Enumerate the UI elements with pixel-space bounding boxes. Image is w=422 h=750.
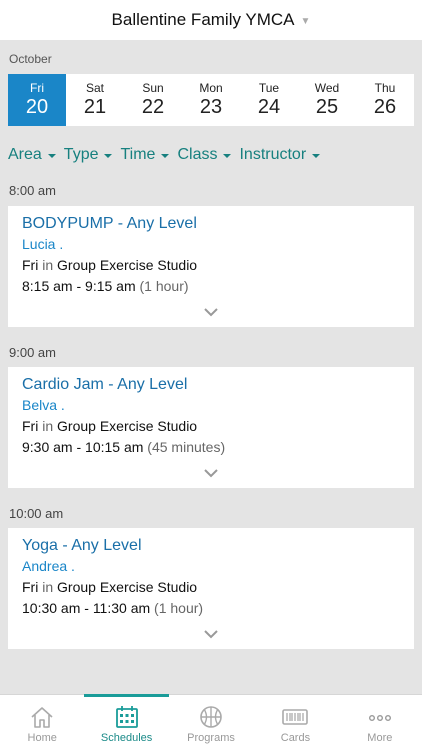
in-label: in: [42, 418, 54, 434]
class-name[interactable]: BODYPUMP - Any Level: [22, 215, 400, 233]
home-icon: [31, 707, 53, 728]
day-of-week: Wed: [314, 81, 340, 95]
day-number: 24: [257, 96, 281, 118]
filter-type[interactable]: Type: [64, 146, 113, 164]
day-mon-23[interactable]: Mon 23: [182, 74, 240, 126]
day-of-week: Mon: [199, 81, 223, 95]
day-of-week: Tue: [258, 81, 280, 95]
day-tue-24[interactable]: Tue 24: [240, 74, 298, 126]
day-of-week: Fri: [30, 81, 44, 95]
bottom-tab-bar: Home Schedules Programs Cards More: [0, 694, 422, 750]
tab-cards[interactable]: Cards: [253, 695, 337, 750]
tab-programs[interactable]: Programs: [169, 695, 253, 750]
day-fri-20[interactable]: Fri 20: [8, 74, 66, 126]
filter-label: Instructor: [239, 146, 307, 163]
class-name[interactable]: Yoga - Any Level: [22, 537, 400, 555]
caret-down-icon: [312, 154, 321, 158]
filter-class[interactable]: Class: [177, 146, 232, 164]
class-time: 8:15 am - 9:15 am (1 hour): [22, 278, 400, 294]
basketball-icon: [200, 706, 222, 728]
tab-label: Schedules: [100, 732, 153, 744]
day-number: 22: [141, 96, 165, 118]
duration: (1 hour): [154, 600, 204, 616]
caret-down-icon: [223, 154, 232, 158]
chevron-down-icon[interactable]: [204, 469, 218, 478]
day-thu-26[interactable]: Thu 26: [356, 74, 414, 126]
day-picker: Fri 20 Sat 21 Sun 22 Mon 23 Tue 24 Wed 2…: [8, 74, 414, 126]
location-dropdown-icon[interactable]: ▼: [301, 16, 311, 27]
class-card[interactable]: BODYPUMP - Any Level Lucia . Fri in Grou…: [8, 206, 414, 327]
class-card[interactable]: Yoga - Any Level Andrea . Fri in Group E…: [8, 528, 414, 649]
location-title[interactable]: Ballentine Family YMCA: [112, 10, 295, 30]
filter-bar: Area Type Time Class Instructor: [0, 145, 422, 165]
class-time: 9:30 am - 10:15 am (45 minutes): [22, 439, 400, 455]
class-name[interactable]: Cardio Jam - Any Level: [22, 376, 400, 394]
day-sat-21[interactable]: Sat 21: [66, 74, 124, 126]
studio-name: Group Exercise Studio: [57, 418, 198, 434]
class-location: Fri in Group Exercise Studio: [22, 418, 400, 434]
duration: (45 minutes): [147, 439, 226, 455]
time-range: 8:15 am - 9:15 am: [22, 278, 136, 294]
tab-schedules[interactable]: Schedules: [84, 694, 170, 750]
in-label: in: [42, 257, 54, 273]
studio-name: Group Exercise Studio: [57, 257, 198, 273]
class-day: Fri: [22, 257, 39, 273]
time-section-header: 8:00 am: [9, 183, 56, 198]
instructor-name[interactable]: Lucia .: [22, 236, 400, 252]
tab-more[interactable]: More: [338, 695, 422, 750]
filter-instructor[interactable]: Instructor: [239, 146, 321, 164]
caret-down-icon: [161, 154, 170, 158]
class-location: Fri in Group Exercise Studio: [22, 579, 400, 595]
top-header: Ballentine Family YMCA ▼: [0, 0, 422, 40]
day-of-week: Sat: [85, 81, 104, 95]
month-label: October: [9, 52, 52, 66]
chevron-down-icon[interactable]: [204, 308, 218, 317]
day-number: 25: [315, 96, 339, 118]
chevron-down-icon[interactable]: [204, 630, 218, 639]
time-section-header: 10:00 am: [9, 506, 64, 521]
class-day: Fri: [22, 579, 39, 595]
time-range: 9:30 am - 10:15 am: [22, 439, 144, 455]
day-number: 20: [25, 96, 49, 118]
day-of-week: Thu: [374, 81, 396, 95]
filter-area[interactable]: Area: [8, 146, 56, 164]
calendar-icon: [115, 706, 138, 728]
filter-label: Time: [120, 146, 156, 163]
tab-label: Programs: [187, 732, 235, 744]
instructor-name[interactable]: Andrea .: [22, 558, 400, 574]
day-of-week: Sun: [142, 81, 164, 95]
tab-label: Home: [27, 732, 57, 744]
caret-down-icon: [47, 154, 56, 158]
tab-label: Cards: [280, 732, 311, 744]
day-number: 21: [83, 96, 107, 118]
time-section-header: 9:00 am: [9, 345, 56, 360]
barcode-card-icon: [282, 709, 309, 725]
filter-label: Type: [63, 146, 99, 163]
time-range: 10:30 am - 11:30 am: [22, 600, 151, 616]
more-dots-icon: [368, 714, 391, 721]
class-location: Fri in Group Exercise Studio: [22, 257, 400, 273]
instructor-name[interactable]: Belva .: [22, 397, 400, 413]
class-day: Fri: [22, 418, 39, 434]
day-sun-22[interactable]: Sun 22: [124, 74, 182, 126]
filter-label: Area: [8, 146, 42, 163]
tab-home[interactable]: Home: [0, 695, 84, 750]
caret-down-icon: [104, 154, 113, 158]
class-time: 10:30 am - 11:30 am (1 hour): [22, 600, 400, 616]
day-wed-25[interactable]: Wed 25: [298, 74, 356, 126]
duration: (1 hour): [139, 278, 189, 294]
studio-name: Group Exercise Studio: [57, 579, 198, 595]
tab-label: More: [367, 732, 393, 744]
day-number: 23: [199, 96, 223, 118]
filter-time[interactable]: Time: [120, 146, 170, 164]
filter-label: Class: [177, 146, 218, 163]
class-card[interactable]: Cardio Jam - Any Level Belva . Fri in Gr…: [8, 367, 414, 488]
in-label: in: [42, 579, 54, 595]
day-number: 26: [373, 96, 397, 118]
